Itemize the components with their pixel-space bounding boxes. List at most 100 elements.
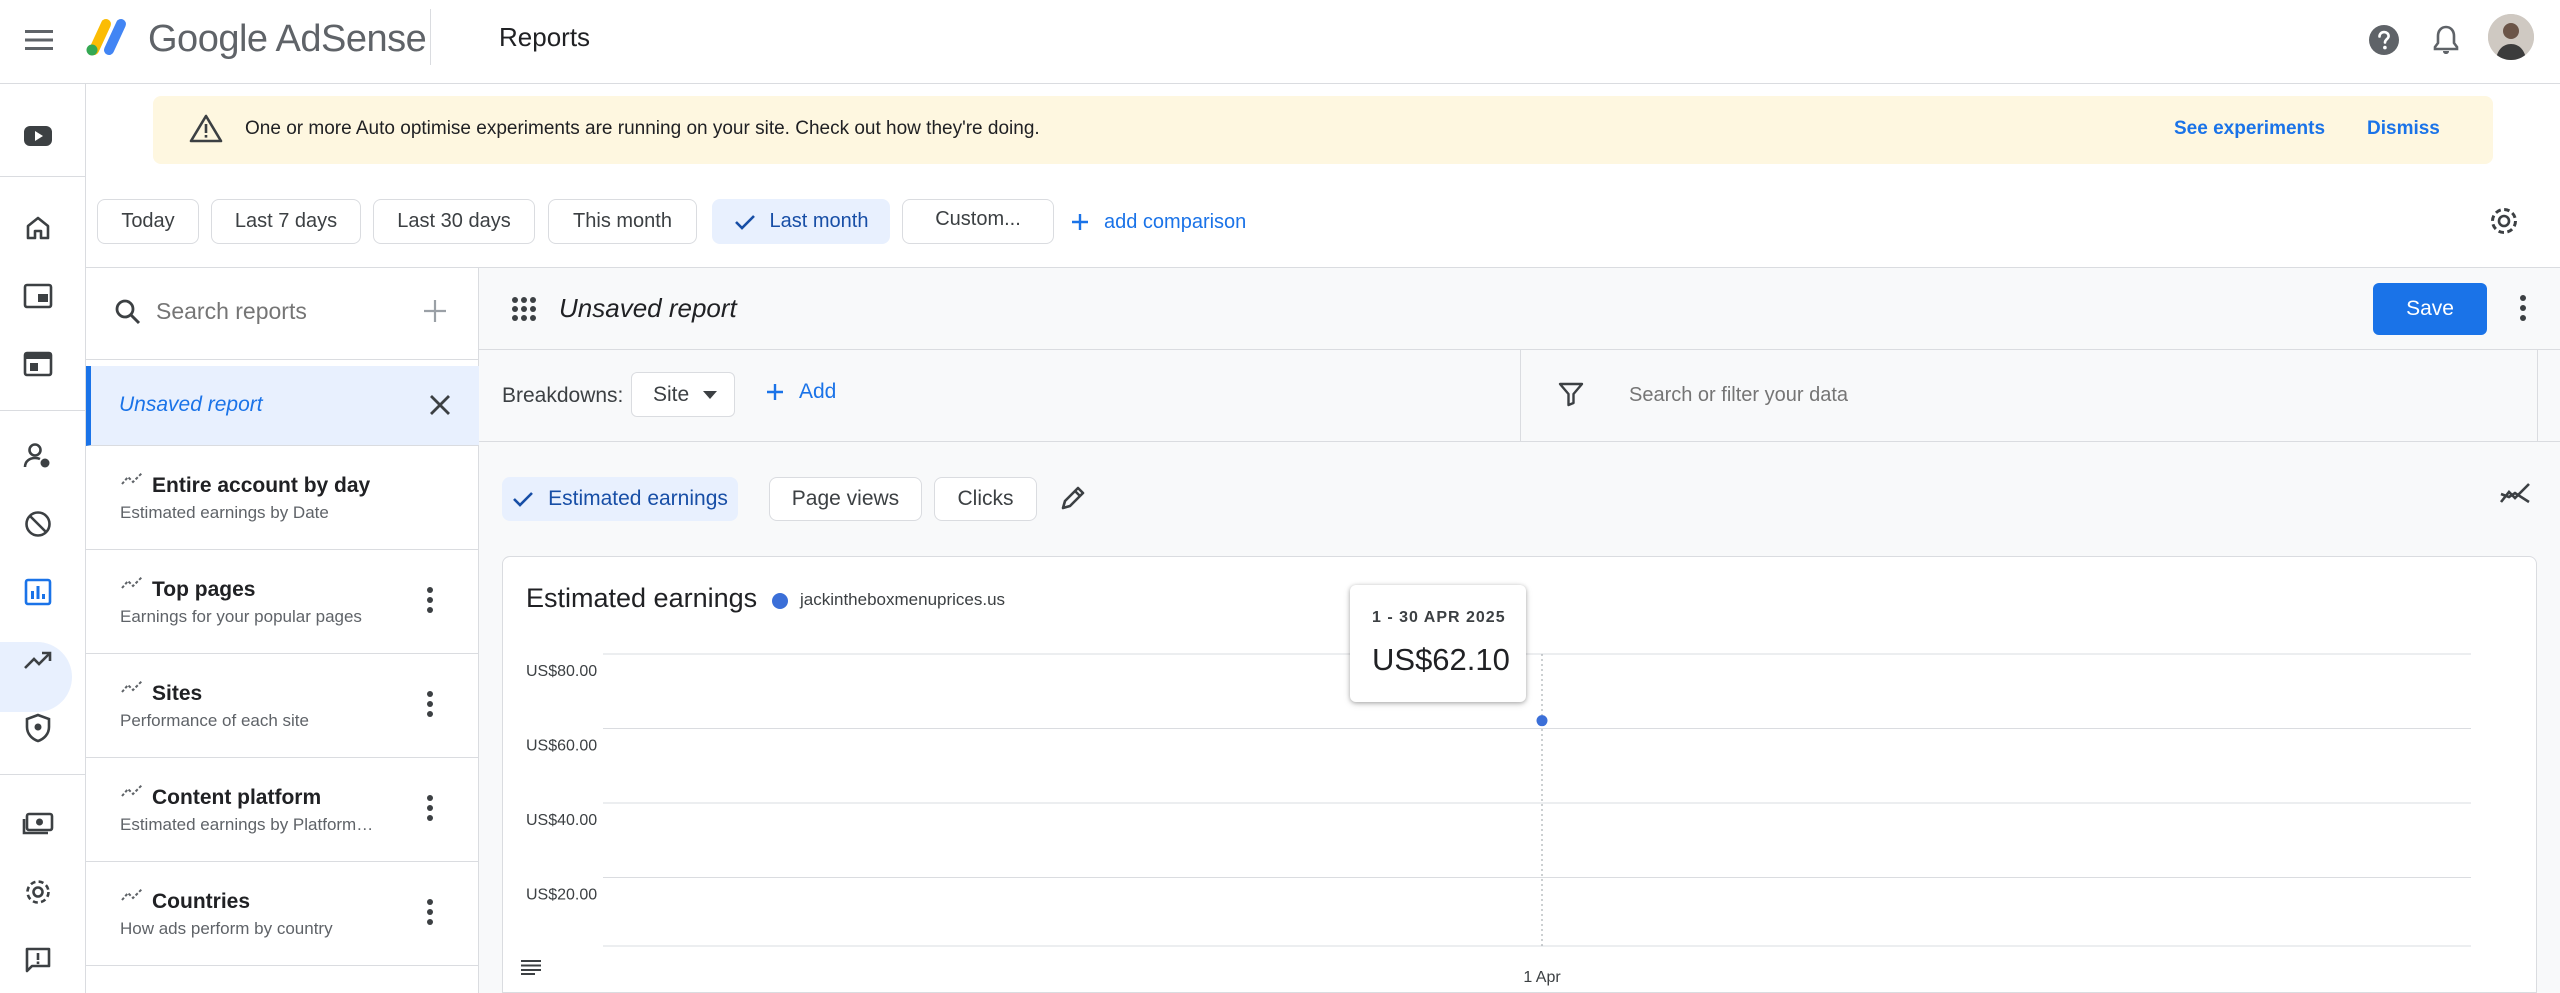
y-tick-label: US$60.00: [526, 738, 597, 755]
rail-item-ads[interactable]: [18, 276, 58, 316]
rail-item-feedback[interactable]: [18, 940, 58, 980]
rail-item-optimisation[interactable]: [18, 640, 58, 680]
sites-icon: [23, 351, 53, 377]
more-vert-icon[interactable]: [426, 690, 434, 718]
report-settings-button[interactable]: [2484, 201, 2524, 241]
report-item-subtitle: How ads perform by country: [120, 919, 333, 938]
report-item-subtitle: Estimated earnings by Platform…: [120, 815, 374, 834]
breakdown-select[interactable]: Site: [631, 372, 735, 417]
dropdown-arrow-icon: [703, 391, 717, 399]
plus-icon: [424, 300, 446, 322]
shield-icon: [25, 713, 51, 743]
save-button[interactable]: Save: [2373, 283, 2487, 335]
edit-metrics-button[interactable]: [1059, 484, 1087, 512]
app-grid-icon[interactable]: [511, 296, 537, 322]
rail-item-home[interactable]: [18, 208, 58, 248]
sparkline-icon: [121, 576, 143, 589]
filter-right-edge: [2537, 350, 2538, 442]
more-vert-icon[interactable]: [426, 794, 434, 822]
report-item-title: Entire account by day: [152, 474, 371, 497]
reports-panel: Unsaved report Entire account by day Est…: [86, 268, 479, 993]
search-reports-row: [86, 268, 479, 360]
rail-item-blocking-controls[interactable]: [18, 504, 58, 544]
brand-name: Google AdSense: [148, 18, 427, 60]
report-item-title: Top pages: [152, 578, 256, 601]
navigation-rail: [0, 84, 86, 993]
rail-item-privacy-messaging[interactable]: [18, 436, 58, 476]
check-icon: [513, 492, 534, 507]
multiline-chart-icon: [2499, 483, 2530, 504]
date-chip-last-7-days[interactable]: Last 7 days: [211, 199, 361, 244]
list-icon: [521, 960, 541, 975]
filter-icon: [1557, 380, 1585, 408]
rail-item-account[interactable]: [18, 872, 58, 912]
report-item-top-pages[interactable]: Top pages Earnings for your popular page…: [86, 550, 479, 654]
payments-icon: [22, 812, 54, 835]
breakdowns-label: Breakdowns:: [502, 384, 624, 407]
report-item-unsaved[interactable]: Unsaved report: [86, 366, 479, 446]
report-item-sites[interactable]: Sites Performance of each site: [86, 654, 479, 758]
plus-icon: [1072, 214, 1088, 230]
bell-icon: [2433, 25, 2459, 54]
report-name[interactable]: Unsaved report: [559, 293, 737, 324]
adsense-logo[interactable]: [84, 14, 134, 58]
gear-icon: [2491, 208, 2517, 234]
metric-chip-estimated-earnings[interactable]: Estimated earnings: [502, 477, 738, 521]
sparkline-icon: [121, 784, 143, 797]
brand-divider: [430, 9, 431, 65]
report-item-subtitle: Performance of each site: [120, 711, 309, 730]
page-title: Reports: [499, 22, 591, 52]
report-item-countries[interactable]: Countries How ads perform by country: [86, 862, 479, 966]
sparkline-icon: [121, 680, 143, 693]
rail-item-video[interactable]: [18, 116, 58, 156]
more-vert-icon[interactable]: [426, 586, 434, 614]
search-reports-input[interactable]: [156, 298, 396, 325]
home-icon: [26, 216, 50, 240]
y-tick-label: US$40.00: [526, 812, 597, 829]
chart-card: Estimated earnings jackintheboxmenuprice…: [502, 556, 2537, 993]
tooltip-value: US$62.10: [1372, 642, 1510, 677]
report-item-title: Sites: [152, 682, 203, 705]
date-chip-this-month[interactable]: This month: [548, 199, 697, 244]
plus-icon: [767, 384, 783, 400]
date-chip-custom[interactable]: Custom...: [902, 199, 1054, 244]
close-report-button[interactable]: [426, 391, 454, 419]
notifications-button[interactable]: [2426, 20, 2466, 60]
banner-message: One or more Auto optimise experiments ar…: [245, 118, 1040, 139]
date-chip-last-30-days[interactable]: Last 30 days: [373, 199, 535, 244]
chart-type-button[interactable]: [2499, 482, 2531, 506]
hamburger-icon: [25, 30, 53, 50]
account-avatar[interactable]: [2488, 14, 2534, 60]
see-experiments-link[interactable]: See experiments: [2174, 118, 2325, 140]
help-icon: [2369, 25, 2399, 55]
report-item-content-platform[interactable]: Content platform Estimated earnings by P…: [86, 758, 479, 862]
gear-icon: [26, 880, 50, 904]
metric-chip-page-views[interactable]: Page views: [769, 477, 922, 521]
breakdown-divider: [1520, 350, 1521, 442]
rail-item-brand-safety[interactable]: [18, 708, 58, 748]
rail-item-payments[interactable]: [18, 804, 58, 844]
report-item-subtitle: Earnings for your popular pages: [120, 607, 362, 626]
add-breakdown-button[interactable]: Add: [765, 380, 836, 404]
add-comparison-button[interactable]: add comparison: [1070, 204, 1246, 240]
report-item-entire-account-by-day[interactable]: Entire account by day Estimated earnings…: [86, 446, 479, 550]
breakdowns-row: Breakdowns: Site Add: [479, 350, 2560, 442]
dismiss-banner-link[interactable]: Dismiss: [2367, 118, 2440, 140]
date-chip-today[interactable]: Today: [97, 199, 199, 244]
new-report-button[interactable]: [422, 298, 448, 324]
report-item-label: Unsaved report: [119, 393, 263, 416]
y-tick-label: US$80.00: [526, 663, 597, 680]
youtube-icon: [24, 126, 52, 146]
report-more-button[interactable]: [2519, 294, 2527, 322]
report-item-title: Content platform: [152, 786, 322, 809]
rail-item-sites[interactable]: [18, 344, 58, 384]
help-button[interactable]: [2364, 20, 2404, 60]
filter-data-input[interactable]: [1629, 384, 2129, 407]
date-range-bar: Today Last 7 days Last 30 days This mont…: [86, 176, 2560, 268]
rail-item-reports[interactable]: [18, 572, 58, 612]
metric-chip-clicks[interactable]: Clicks: [934, 477, 1037, 521]
more-vert-icon[interactable]: [426, 898, 434, 926]
table-view-button[interactable]: [521, 959, 541, 975]
main-menu-button[interactable]: [19, 20, 59, 60]
date-chip-last-month[interactable]: Last month: [712, 199, 890, 244]
